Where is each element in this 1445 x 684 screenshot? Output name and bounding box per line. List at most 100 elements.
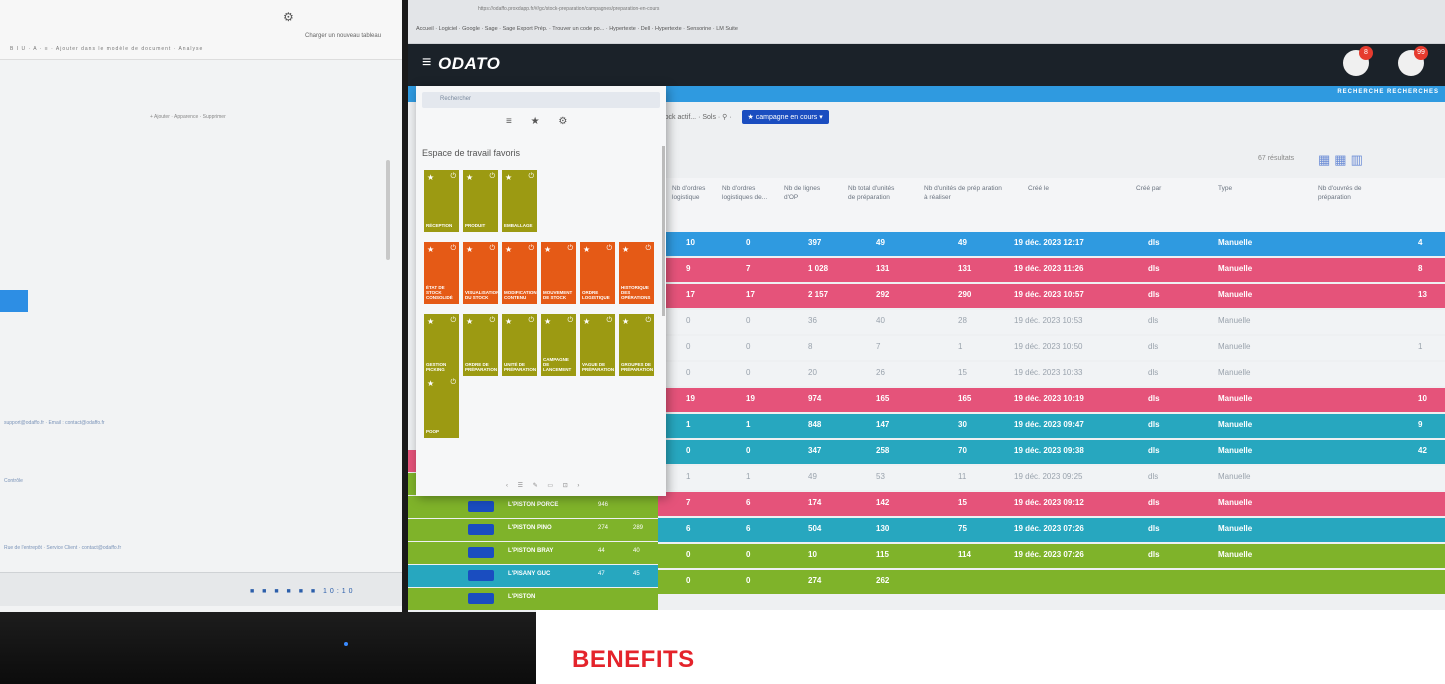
favorite-tile[interactable]: ★ ⏻ MODIFICATION CONTENU [502, 242, 537, 304]
column-header[interactable]: Nb d'ordres logistique [672, 184, 716, 202]
star-icon[interactable]: ★ [583, 245, 590, 254]
list-item[interactable]: L'PISTON PORCE 946 [408, 496, 658, 518]
favorite-tile[interactable]: ★ ⏻ VAGUE DE PRÉPARATION [580, 314, 615, 376]
favorite-tile[interactable]: ★ ⏻ RÉCEPTION [424, 170, 459, 232]
panel-footer-icons[interactable]: ‹ ☰ ✎ ▭ ⊡ › [506, 482, 583, 489]
power-icon[interactable]: ⏻ [567, 245, 573, 253]
star-icon[interactable]: ★ [466, 317, 473, 326]
power-icon[interactable]: ⏻ [645, 245, 651, 253]
view-toggle-icon[interactable]: ▦▦▥ [1318, 152, 1367, 168]
favorite-tile[interactable]: ★ ⏻ EMBALLAGE [502, 170, 537, 232]
star-icon[interactable]: ★ [505, 317, 512, 326]
star-icon[interactable]: ★ [583, 317, 590, 326]
left-editor-toolbar[interactable]: B I U · A · ≡ · Ajouter dans le modèle d… [10, 46, 203, 52]
table-row[interactable]: 1 1 848 147 30 19 déc. 2023 09:47 dls Manuelle 9 [658, 414, 1445, 438]
star-icon[interactable]: ★ [427, 379, 434, 388]
power-icon[interactable]: ⏻ [450, 317, 456, 325]
star-icon[interactable]: ★ [505, 245, 512, 254]
table-row[interactable]: 6 6 504 130 75 19 déc. 2023 07:26 dls Manuelle [658, 518, 1445, 542]
star-icon[interactable]: ★ [466, 173, 473, 182]
column-header[interactable]: Nb d'ouvrés de préparation [1318, 184, 1388, 202]
table-row[interactable]: 7 6 174 142 15 19 déc. 2023 09:12 dls Manuelle [658, 492, 1445, 516]
filter-chip-campaign[interactable]: ★ campagne en cours ▾ [741, 110, 829, 124]
messages-icon[interactable]: 99 [1398, 46, 1428, 76]
favorite-tile[interactable]: ★ ⏻ CAMPAGNE DE LANCEMENT [541, 314, 576, 376]
favorite-tile[interactable]: ★ ⏻ POOP [424, 376, 459, 438]
bookmarks-bar[interactable]: Accueil · Logiciel · Google · Sage · Sag… [416, 26, 738, 32]
table-row[interactable]: 0 0 10 115 114 19 déc. 2023 07:26 dls Manuelle [658, 544, 1445, 568]
power-icon[interactable]: ⏻ [489, 173, 495, 181]
favorite-tile[interactable]: ★ ⏻ MOUVEMENT DE STOCK [541, 242, 576, 304]
panel-scrollbar[interactable] [662, 146, 665, 316]
power-icon[interactable]: ⏻ [489, 245, 495, 253]
power-icon[interactable]: ⏻ [528, 317, 534, 325]
star-icon[interactable]: ★ [544, 245, 551, 254]
filter-breadcrumb[interactable]: Stock actif... · Sols · ⚲ · [658, 114, 732, 121]
table-row[interactable]: 1 1 49 53 11 19 déc. 2023 09:25 dls Manuelle [658, 466, 1445, 490]
favorite-tile[interactable]: ★ ⏻ ÉTAT DE STOCK CONSOLIDÉ [424, 242, 459, 304]
column-header[interactable]: Nb total d'unités de préparation [848, 184, 900, 202]
table-cell-by: dls [1148, 498, 1160, 507]
star-icon[interactable]: ★ [427, 173, 434, 182]
subbar-actions[interactable]: RECHERCHE RECHERCHES [1337, 89, 1439, 95]
favorites-search-input[interactable]: Rechercher [422, 92, 660, 108]
table-row[interactable]: 17 17 2 157 292 290 19 déc. 2023 10:57 dls Manu… [658, 284, 1445, 308]
power-icon[interactable]: ⏻ [450, 379, 456, 387]
power-icon[interactable]: ⏻ [528, 245, 534, 253]
left-system-tray[interactable]: ■ ■ ■ ■ ■ ■ 10:10 [250, 588, 356, 595]
star-icon[interactable]: ★ [427, 317, 434, 326]
hamburger-menu-icon[interactable]: ≡ [422, 54, 431, 72]
table-cell-type: Manuelle [1218, 420, 1253, 429]
notification-bell-icon[interactable]: 8 [1343, 46, 1373, 76]
list-item[interactable]: L'PISTON [408, 588, 658, 610]
power-icon[interactable]: ⏻ [528, 173, 534, 181]
favorite-tile[interactable]: ★ ⏻ VISUALISATION DU STOCK [463, 242, 499, 304]
address-bar[interactable]: https://odaffo.proxdapp.fr/#/gc/stock-pr… [478, 6, 659, 12]
column-header[interactable]: Créé le [1028, 184, 1108, 193]
table-cell-c2: 0 [746, 576, 751, 585]
power-icon[interactable]: ⏻ [606, 317, 612, 325]
left-action-buttons[interactable]: + Ajouter · Apparence · Supprimer [150, 114, 226, 120]
favorite-tile[interactable]: ★ ⏻ ORDRE DE PRÉPARATION [463, 314, 498, 376]
table-row[interactable]: 19 19 974 165 165 19 déc. 2023 10:19 dls Manuel… [658, 388, 1445, 412]
favorite-tile[interactable]: ★ ⏻ GESTION PICKING [424, 314, 459, 376]
star-icon[interactable]: ★ [466, 245, 473, 254]
star-icon[interactable]: ★ [544, 317, 551, 326]
favorite-tile[interactable]: ★ ⏻ PRODUIT [463, 170, 498, 232]
favorite-tile[interactable]: ★ ⏻ GROUPES DE PRÉPARATION [619, 314, 654, 376]
list-item[interactable]: L'PISANY GUC 47 45 [408, 565, 658, 587]
star-icon[interactable]: ★ [622, 317, 629, 326]
list-item[interactable]: L'PISTON BRAY 44 40 [408, 542, 658, 564]
table-row[interactable]: 0 0 8 7 1 19 déc. 2023 10:50 dls Manuelle 1 [658, 336, 1445, 360]
star-icon[interactable]: ★ [622, 245, 629, 254]
star-icon[interactable]: ★ [427, 245, 434, 254]
table-row[interactable]: 0 0 36 40 28 19 déc. 2023 10:53 dls Manuelle [658, 310, 1445, 334]
column-header[interactable]: Type [1218, 184, 1268, 193]
power-icon[interactable]: ⏻ [450, 173, 456, 181]
list-item[interactable]: L'PISTON PINO 274 289 [408, 519, 658, 541]
power-icon[interactable]: ⏻ [450, 245, 456, 253]
favorite-tile[interactable]: ★ ⏻ UNITÉ DE PRÉPARATION [502, 314, 537, 376]
power-icon[interactable]: ⏻ [606, 245, 612, 253]
power-icon[interactable]: ⏻ [489, 317, 495, 325]
column-header[interactable]: Nb de lignes d'OP [784, 184, 824, 202]
power-icon[interactable]: ⏻ [645, 317, 651, 325]
photo-scene: ⚙ Charger un nouveau tableau B I U · A ·… [0, 0, 1445, 684]
favorite-tile[interactable]: ★ ⏻ HISTORIQUE DES OPÉRATIONS [619, 242, 654, 304]
table-row[interactable]: 0 0 347 258 70 19 déc. 2023 09:38 dls Manuelle 4… [658, 440, 1445, 464]
table-row[interactable]: 0 0 274 262 [658, 570, 1445, 594]
table-row[interactable]: 0 0 20 26 15 19 déc. 2023 10:33 dls Manuelle [658, 362, 1445, 386]
star-icon[interactable]: ★ [505, 173, 512, 182]
favorite-tile-label: PRODUIT [465, 223, 486, 228]
table-row[interactable]: 9 7 1 028 131 131 19 déc. 2023 11:26 dls Manuel… [658, 258, 1445, 282]
column-header[interactable]: Créé par [1136, 184, 1186, 193]
column-header[interactable]: Nb d'ordres logistiques de... [722, 184, 776, 202]
left-selected-item[interactable] [0, 290, 28, 312]
gear-icon[interactable]: ⚙ [283, 10, 294, 24]
column-header[interactable]: Nb d'unités de prép aration à réaliser [924, 184, 1004, 202]
favorite-tile[interactable]: ★ ⏻ ORDRE LOGISTIQUE [580, 242, 615, 304]
panel-toolbar-icons[interactable]: ≡ ★ ⚙ [506, 116, 575, 127]
power-icon[interactable]: ⏻ [567, 317, 573, 325]
left-scrollbar[interactable] [386, 160, 390, 260]
table-row[interactable]: 10 0 397 49 49 19 déc. 2023 12:17 dls Manuelle 4 [658, 232, 1445, 256]
